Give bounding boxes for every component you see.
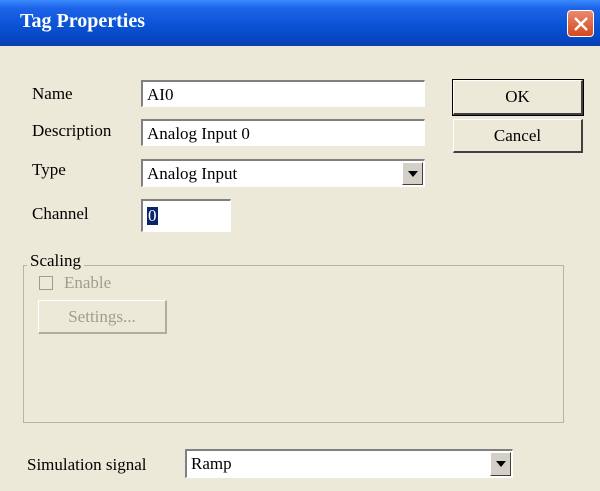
title-bar[interactable]: Tag Properties	[0, 0, 600, 46]
scaling-group-title: Scaling	[27, 251, 84, 271]
channel-label: Channel	[32, 204, 89, 223]
chevron-down-icon	[408, 171, 418, 177]
channel-input[interactable]: 0	[141, 199, 231, 232]
simulation-signal-value: Ramp	[191, 454, 232, 473]
channel-input-value: 0	[147, 206, 158, 225]
chevron-down-icon	[496, 461, 506, 467]
ok-button[interactable]: OK	[452, 79, 584, 116]
description-input[interactable]: Analog Input 0	[141, 119, 425, 146]
settings-button[interactable]: Settings...	[38, 300, 167, 334]
name-input[interactable]: AI0	[141, 80, 425, 107]
enable-label: Enable	[64, 273, 112, 292]
simulation-signal-select[interactable]: Ramp	[185, 449, 513, 478]
enable-checkbox[interactable]	[39, 276, 53, 290]
cancel-button[interactable]: Cancel	[453, 119, 583, 153]
close-button[interactable]	[567, 10, 594, 37]
type-label: Type	[32, 160, 66, 179]
name-label: Name	[32, 84, 73, 103]
description-label: Description	[32, 121, 112, 140]
type-dropdown-button[interactable]	[402, 162, 423, 185]
tag-properties-dialog: Tag Properties Name AI0 Description Anal…	[0, 0, 600, 491]
close-icon	[574, 17, 588, 31]
type-select[interactable]: Analog Input	[141, 159, 425, 187]
type-select-value: Analog Input	[147, 164, 238, 183]
simulation-signal-label: Simulation signal	[27, 455, 147, 474]
dialog-title: Tag Properties	[20, 10, 145, 32]
simulation-dropdown-button[interactable]	[490, 452, 511, 476]
